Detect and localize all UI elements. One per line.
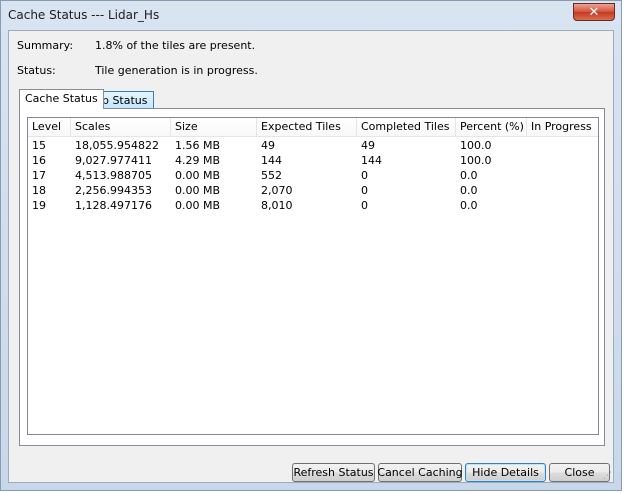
window-close-button[interactable]: ✕ [573, 3, 615, 21]
status-value: Tile generation is in progress. [95, 64, 258, 77]
cell-level: 18 [32, 184, 46, 197]
window-title: Cache Status --- Lidar_Hs [8, 8, 160, 22]
table-header: Level Scales Size Expected Tiles Complet… [28, 118, 598, 137]
cell-completed-tiles: 144 [361, 154, 382, 167]
cell-scales: 2,256.994353 [75, 184, 152, 197]
dialog-button-bar: Refresh Status Cancel Caching Hide Detai… [9, 463, 613, 483]
cell-expected-tiles: 552 [261, 169, 282, 182]
cell-expected-tiles: 2,070 [261, 184, 293, 197]
cell-percent: 100.0 [460, 139, 492, 152]
cancel-caching-button[interactable]: Cancel Caching [377, 463, 463, 482]
cell-in-progress [527, 138, 600, 153]
table-row[interactable]: 15 18,055.954822 1.56 MB 49 49 100.0 [28, 138, 598, 153]
cell-percent: 0.0 [460, 169, 478, 182]
column-header-in-progress[interactable]: In Progress [527, 118, 600, 136]
column-header-scales[interactable]: Scales [71, 118, 171, 136]
cell-scales: 18,055.954822 [75, 139, 159, 152]
cell-level: 15 [32, 139, 46, 152]
cell-scales: 9,027.977411 [75, 154, 152, 167]
cell-expected-tiles: 8,010 [261, 199, 293, 212]
close-button[interactable]: Close [549, 463, 610, 482]
hide-details-button[interactable]: Hide Details [465, 463, 546, 482]
cell-completed-tiles: 0 [361, 184, 368, 197]
table-row[interactable]: 18 2,256.994353 0.00 MB 2,070 0 0.0 [28, 183, 598, 198]
cell-size: 4.29 MB [175, 154, 221, 167]
cell-completed-tiles: 49 [361, 139, 375, 152]
cell-size: 0.00 MB [175, 184, 221, 197]
summary-value: 1.8% of the tiles are present. [95, 39, 256, 52]
column-header-percent[interactable]: Percent (%) [456, 118, 527, 136]
cache-status-panel: Level Scales Size Expected Tiles Complet… [19, 108, 605, 446]
close-icon: ✕ [588, 4, 600, 20]
column-header-size[interactable]: Size [171, 118, 257, 136]
status-label: Status: [17, 64, 56, 77]
table-row[interactable]: 16 9,027.977411 4.29 MB 144 144 100.0 [28, 153, 598, 168]
cell-size: 1.56 MB [175, 139, 221, 152]
cell-level: 19 [32, 199, 46, 212]
cache-status-window: Cache Status --- Lidar_Hs ✕ Summary: 1.8… [0, 0, 622, 491]
cell-scales: 4,513.988705 [75, 169, 152, 182]
cell-expected-tiles: 144 [261, 154, 282, 167]
cell-in-progress [527, 153, 600, 168]
table-row[interactable]: 19 1,128.497176 0.00 MB 8,010 0 0.0 [28, 198, 598, 213]
column-header-completed-tiles[interactable]: Completed Tiles [357, 118, 456, 136]
cell-size: 0.00 MB [175, 169, 221, 182]
resize-grip-icon[interactable]: ⋰ [602, 471, 612, 481]
refresh-status-button[interactable]: Refresh Status [292, 463, 375, 482]
dialog-client-area: Summary: 1.8% of the tiles are present. … [8, 30, 614, 483]
cell-expected-tiles: 49 [261, 139, 275, 152]
tab-cache-status[interactable]: Cache Status [19, 89, 104, 109]
table-row[interactable]: 17 4,513.988705 0.00 MB 552 0 0.0 [28, 168, 598, 183]
cell-percent: 100.0 [460, 154, 492, 167]
cell-level: 16 [32, 154, 46, 167]
title-bar[interactable]: Cache Status --- Lidar_Hs ✕ [1, 1, 621, 29]
cell-in-progress [527, 183, 600, 198]
cell-percent: 0.0 [460, 184, 478, 197]
cell-size: 0.00 MB [175, 199, 221, 212]
summary-label: Summary: [17, 39, 74, 52]
column-header-expected-tiles[interactable]: Expected Tiles [257, 118, 357, 136]
cell-scales: 1,128.497176 [75, 199, 152, 212]
cell-in-progress [527, 198, 600, 213]
column-header-level[interactable]: Level [28, 118, 71, 136]
cache-levels-table[interactable]: Level Scales Size Expected Tiles Complet… [27, 117, 599, 435]
cell-in-progress [527, 168, 600, 183]
cell-completed-tiles: 0 [361, 199, 368, 212]
cell-completed-tiles: 0 [361, 169, 368, 182]
cell-percent: 0.0 [460, 199, 478, 212]
cell-level: 17 [32, 169, 46, 182]
